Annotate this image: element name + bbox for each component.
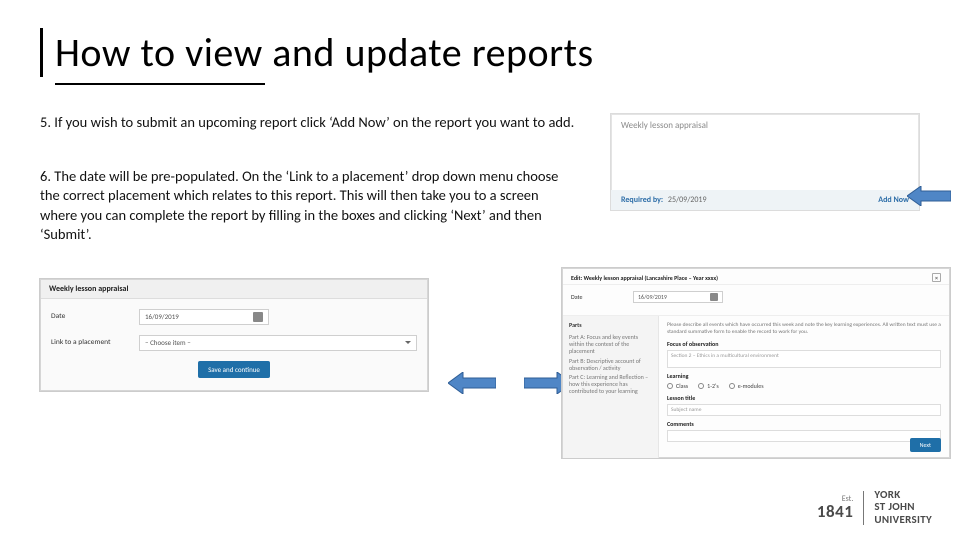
next-button[interactable]: Next: [910, 438, 941, 452]
date-label: Date: [51, 312, 139, 321]
detail-date-label: Date: [571, 293, 627, 301]
title-underline: [55, 83, 265, 85]
learning-option-1to2[interactable]: 1-2's: [698, 382, 719, 390]
radio-icon: [729, 383, 735, 389]
add-now-link[interactable]: Add Now: [878, 195, 909, 205]
save-continue-button[interactable]: Save and continue: [198, 361, 270, 378]
page-title: How to view and update reports: [55, 28, 920, 77]
radio-icon: [698, 383, 704, 389]
learning-title: Learning: [667, 372, 941, 380]
learning-option-emodules[interactable]: e-modules: [729, 382, 764, 390]
parts-header: Parts: [569, 321, 652, 329]
comments-textarea[interactable]: [667, 430, 941, 442]
focus-title: Focus of observation: [667, 340, 941, 348]
link-placement-placeholder: – Choose item –: [145, 338, 191, 347]
university-logo: Est. 1841 YORK ST JOHN UNIVERSITY: [817, 489, 932, 526]
est-year: 1841: [817, 503, 853, 520]
comments-title: Comments: [667, 420, 941, 428]
parts-item[interactable]: Part A: Focus and key events within the …: [569, 334, 652, 355]
learning-option-class[interactable]: Class: [667, 382, 688, 390]
report-card-title: Weekly lesson appraisal: [611, 114, 919, 131]
report-detail-screenshot: Edit: Weekly lesson appraisal (Lancashir…: [562, 268, 950, 458]
detail-date-value: 16/09/2019: [638, 293, 667, 301]
appraisal-form-title: Weekly lesson appraisal: [41, 280, 427, 299]
report-detail-title: Edit: Weekly lesson appraisal (Lancashir…: [571, 274, 718, 282]
appraisal-form-screenshot: Weekly lesson appraisal Date 16/09/2019 …: [40, 279, 428, 391]
link-placement-label: Link to a placement: [51, 338, 139, 347]
logo-line2: ST JOHN: [874, 501, 932, 513]
report-card-screenshot: Weekly lesson appraisal Required by: 25/…: [610, 113, 920, 211]
step-5-text: 5. If you wish to submit an upcoming rep…: [40, 113, 600, 133]
chevron-down-icon: [405, 341, 411, 344]
focus-textarea[interactable]: Section 2 – Ethics in a multicultural en…: [667, 350, 941, 368]
step-6-text: 6. The date will be pre-populated. On th…: [40, 167, 560, 245]
detail-date-input[interactable]: 16/09/2019: [633, 291, 723, 303]
date-value: 16/09/2019: [145, 312, 179, 321]
close-icon[interactable]: ×: [932, 273, 941, 282]
parts-item[interactable]: Part C: Learning and Reflection – how th…: [569, 374, 652, 395]
required-by-date: 25/09/2019: [668, 195, 707, 205]
calendar-icon[interactable]: [253, 312, 263, 322]
required-by-label: Required by:: [621, 195, 663, 205]
logo-line3: UNIVERSITY: [874, 514, 932, 526]
logo-divider: [863, 491, 864, 525]
lesson-title-input[interactable]: Subject name: [667, 404, 941, 416]
date-input[interactable]: 16/09/2019: [139, 309, 269, 325]
calendar-icon[interactable]: [710, 293, 718, 301]
detail-description: Please describe all events which have oc…: [667, 322, 941, 335]
lesson-title-label: Lesson title: [667, 394, 941, 402]
parts-item[interactable]: Part B: Descriptive account of observati…: [569, 358, 652, 372]
arrow-left-icon: [448, 372, 496, 399]
radio-icon: [667, 383, 673, 389]
arrow-left-icon: [907, 186, 951, 206]
link-placement-select[interactable]: – Choose item –: [139, 335, 417, 351]
